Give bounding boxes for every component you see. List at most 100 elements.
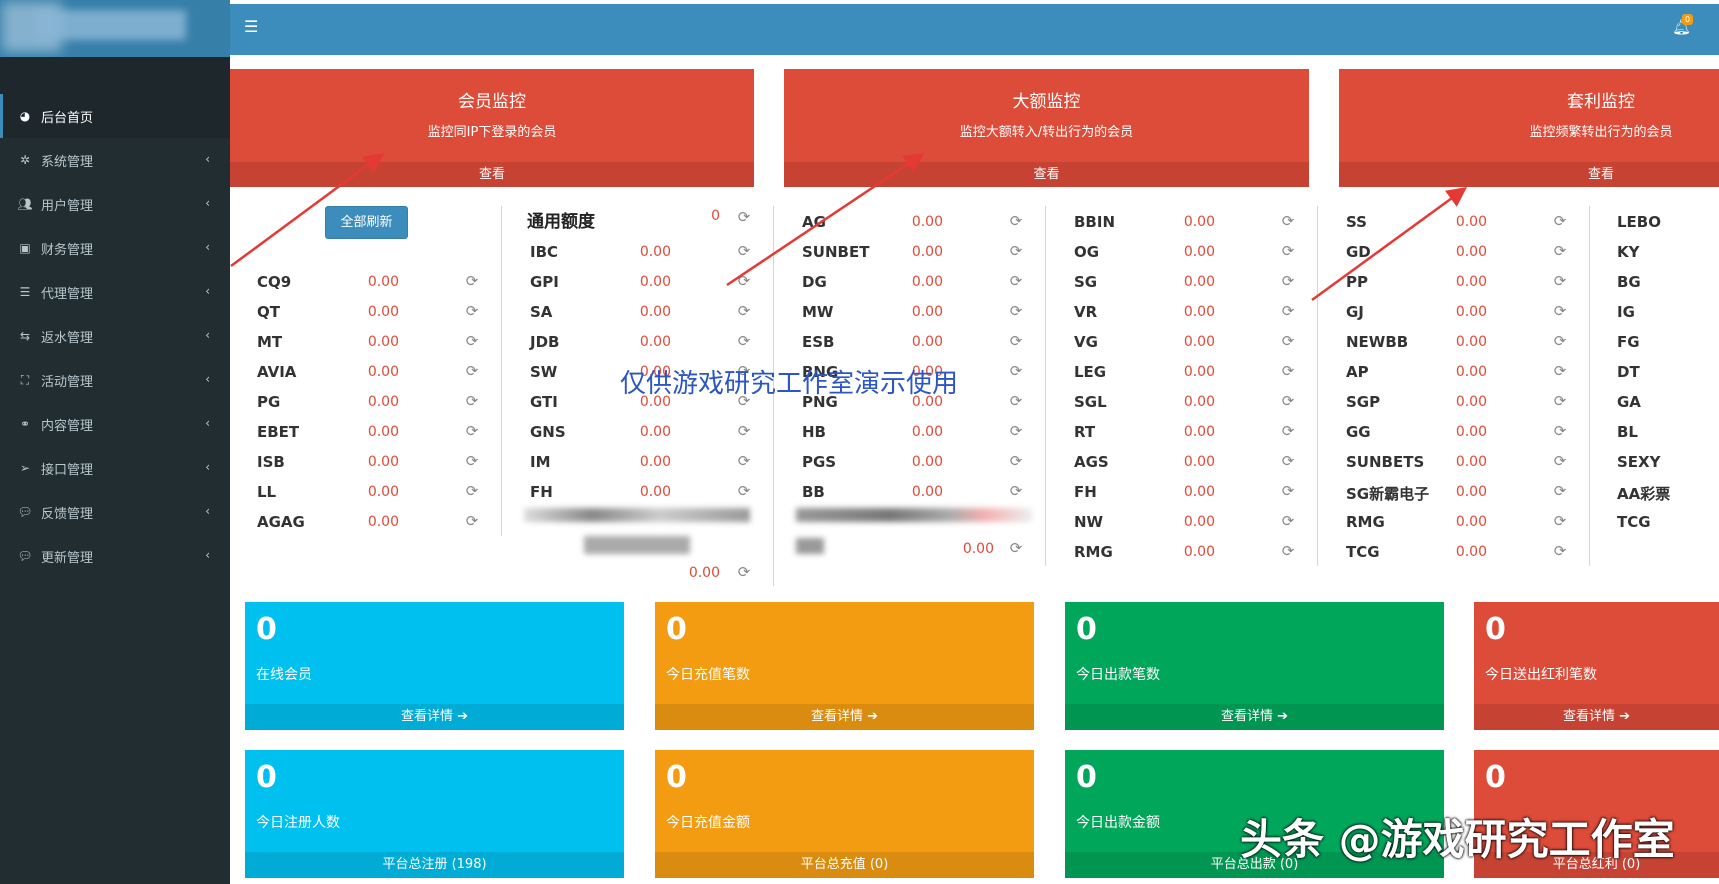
refresh-icon[interactable]: ⟳ [1552, 423, 1568, 439]
refresh-icon[interactable]: ⟳ [464, 453, 480, 469]
refresh-icon[interactable]: ⟳ [1280, 213, 1296, 229]
sidebar-item[interactable]: ⚭ 内容管理 ‹ [0, 402, 230, 446]
refresh-icon[interactable]: ⟳ [1008, 453, 1024, 469]
refresh-icon[interactable]: ⟳ [1552, 213, 1568, 229]
refresh-icon[interactable]: ⟳ [1552, 483, 1568, 499]
stat-footer-link[interactable]: 查看详情 ➔ [1065, 704, 1444, 730]
sidebar-item[interactable]: ⇆ 返水管理 ‹ [0, 314, 230, 358]
watermark-text: 仅供游戏研究工作室演示使用 [620, 369, 959, 399]
logo[interactable] [0, 0, 230, 57]
refresh-icon[interactable]: ⟳ [1552, 393, 1568, 409]
refresh-icon[interactable]: ⟳ [1552, 333, 1568, 349]
refresh-icon[interactable]: ⟳ [1552, 243, 1568, 259]
sidebar-menu: ◕ 后台首页 ✲ 系统管理 ‹ 👥︎ 用户管理 ‹ ▣ 财务管理 ‹ ☰ 代理管理 ‹ ⇆ 返水管理 ‹ ⛶ 活动管… [0, 94, 230, 578]
refresh-icon[interactable]: ⟳ [1008, 423, 1024, 439]
refresh-icon[interactable]: ⟳ [736, 209, 752, 225]
refresh-icon[interactable]: ⟳ [464, 333, 480, 349]
refresh-all-button[interactable]: 全部刷新 [325, 206, 408, 239]
chevron-left-icon: ‹ [205, 416, 210, 430]
refresh-icon[interactable]: ⟳ [1280, 483, 1296, 499]
refresh-icon[interactable]: ⟳ [736, 564, 752, 580]
sidebar-item[interactable]: ▣ 财务管理 ‹ [0, 226, 230, 270]
chevron-left-icon: ‹ [205, 372, 210, 386]
refresh-icon[interactable]: ⟳ [1552, 543, 1568, 559]
refresh-icon[interactable]: ⟳ [1280, 513, 1296, 529]
refresh-icon[interactable]: ⟳ [1008, 393, 1024, 409]
refresh-icon[interactable]: ⟳ [464, 303, 480, 319]
platform-balance: 0.00 [1455, 334, 1487, 350]
refresh-icon[interactable]: ⟳ [464, 483, 480, 499]
refresh-icon[interactable]: ⟳ [1280, 333, 1296, 349]
refresh-icon[interactable]: ⟳ [736, 333, 752, 349]
refresh-icon[interactable]: ⟳ [736, 483, 752, 499]
platform-name: OG [1074, 243, 1100, 261]
platform-name: MW [802, 303, 834, 321]
platform-name: DG [802, 273, 827, 291]
platform-name: SS [1346, 213, 1367, 231]
sidebar-item[interactable]: 💬︎ 更新管理 ‹ [0, 534, 230, 578]
platform-name: IBC [530, 243, 559, 261]
refresh-icon[interactable]: ⟳ [736, 273, 752, 289]
refresh-icon[interactable]: ⟳ [1008, 243, 1024, 259]
sidebar-item[interactable]: ☰ 代理管理 ‹ [0, 270, 230, 314]
refresh-icon[interactable]: ⟳ [1280, 423, 1296, 439]
refresh-icon[interactable]: ⟳ [464, 273, 480, 289]
refresh-icon[interactable]: ⟳ [1008, 363, 1024, 379]
sidebar-item[interactable]: ⛶ 活动管理 ‹ [0, 358, 230, 402]
monitor-view-link[interactable]: 查看 [784, 162, 1309, 187]
platform-name: AP [1346, 363, 1369, 381]
platform-balance: 0.00 [1183, 364, 1215, 380]
hamburger-icon[interactable]: ☰ [244, 19, 260, 35]
refresh-icon[interactable]: ⟳ [1280, 393, 1296, 409]
stat-value: 0 [256, 612, 277, 647]
refresh-icon[interactable]: ⟳ [736, 423, 752, 439]
chevron-left-icon: ‹ [205, 240, 210, 254]
sidebar-item[interactable]: 💬︎ 反馈管理 ‹ [0, 490, 230, 534]
sidebar-item[interactable]: ◕ 后台首页 [0, 94, 230, 138]
sidebar-item[interactable]: 👥︎ 用户管理 ‹ [0, 182, 230, 226]
refresh-icon[interactable]: ⟳ [1552, 363, 1568, 379]
stat-footer-link[interactable]: 查看详情 ➔ [1474, 704, 1719, 730]
platform-name: RT [1074, 423, 1096, 441]
refresh-icon[interactable]: ⟳ [1280, 243, 1296, 259]
bell-icon[interactable]: 🔔︎ 0 [1672, 14, 1694, 40]
refresh-icon[interactable]: ⟳ [1008, 273, 1024, 289]
refresh-icon[interactable]: ⟳ [1280, 273, 1296, 289]
refresh-icon[interactable]: ⟳ [736, 243, 752, 259]
stat-label: 今日充值金额 [666, 815, 750, 831]
stat-footer-link[interactable]: 查看详情 ➔ [655, 704, 1034, 730]
refresh-icon[interactable]: ⟳ [1552, 303, 1568, 319]
platform-name: SGL [1074, 393, 1107, 411]
platform-balance: 0.00 [1455, 304, 1487, 320]
refresh-icon[interactable]: ⟳ [1008, 483, 1024, 499]
refresh-icon[interactable]: ⟳ [464, 423, 480, 439]
sidebar-item[interactable]: ➢ 接口管理 ‹ [0, 446, 230, 490]
monitor-view-link[interactable]: 查看 [1339, 162, 1719, 187]
refresh-icon[interactable]: ⟳ [1280, 543, 1296, 559]
platform-name: ISB [257, 453, 285, 471]
refresh-icon[interactable]: ⟳ [1008, 303, 1024, 319]
refresh-icon[interactable]: ⟳ [1552, 453, 1568, 469]
refresh-icon[interactable]: ⟳ [1280, 363, 1296, 379]
refresh-icon[interactable]: ⟳ [1280, 453, 1296, 469]
refresh-icon[interactable]: ⟳ [1008, 213, 1024, 229]
stat-footer-link[interactable]: 平台总充值 (0) [655, 852, 1034, 878]
refresh-icon[interactable]: ⟳ [736, 303, 752, 319]
sidebar-item[interactable]: ✲ 系统管理 ‹ [0, 138, 230, 182]
monitor-view-link[interactable]: 查看 [230, 162, 754, 187]
gear-icon: ✲ [19, 153, 31, 167]
refresh-icon[interactable]: ⟳ [464, 363, 480, 379]
stat-footer-link[interactable]: 平台总注册 (198) [245, 852, 624, 878]
refresh-icon[interactable]: ⟳ [1008, 333, 1024, 349]
refresh-icon[interactable]: ⟳ [464, 513, 480, 529]
refresh-icon[interactable]: ⟳ [1008, 540, 1024, 556]
comment-icon: 💬︎ [17, 505, 33, 519]
refresh-icon[interactable]: ⟳ [1552, 513, 1568, 529]
refresh-icon[interactable]: ⟳ [736, 453, 752, 469]
stat-footer-link[interactable]: 查看详情 ➔ [245, 704, 624, 730]
platform-name: VG [1074, 333, 1098, 351]
refresh-icon[interactable]: ⟳ [1552, 273, 1568, 289]
refresh-icon[interactable]: ⟳ [1280, 303, 1296, 319]
refresh-icon[interactable]: ⟳ [464, 393, 480, 409]
platform-name: FG [1617, 333, 1640, 351]
